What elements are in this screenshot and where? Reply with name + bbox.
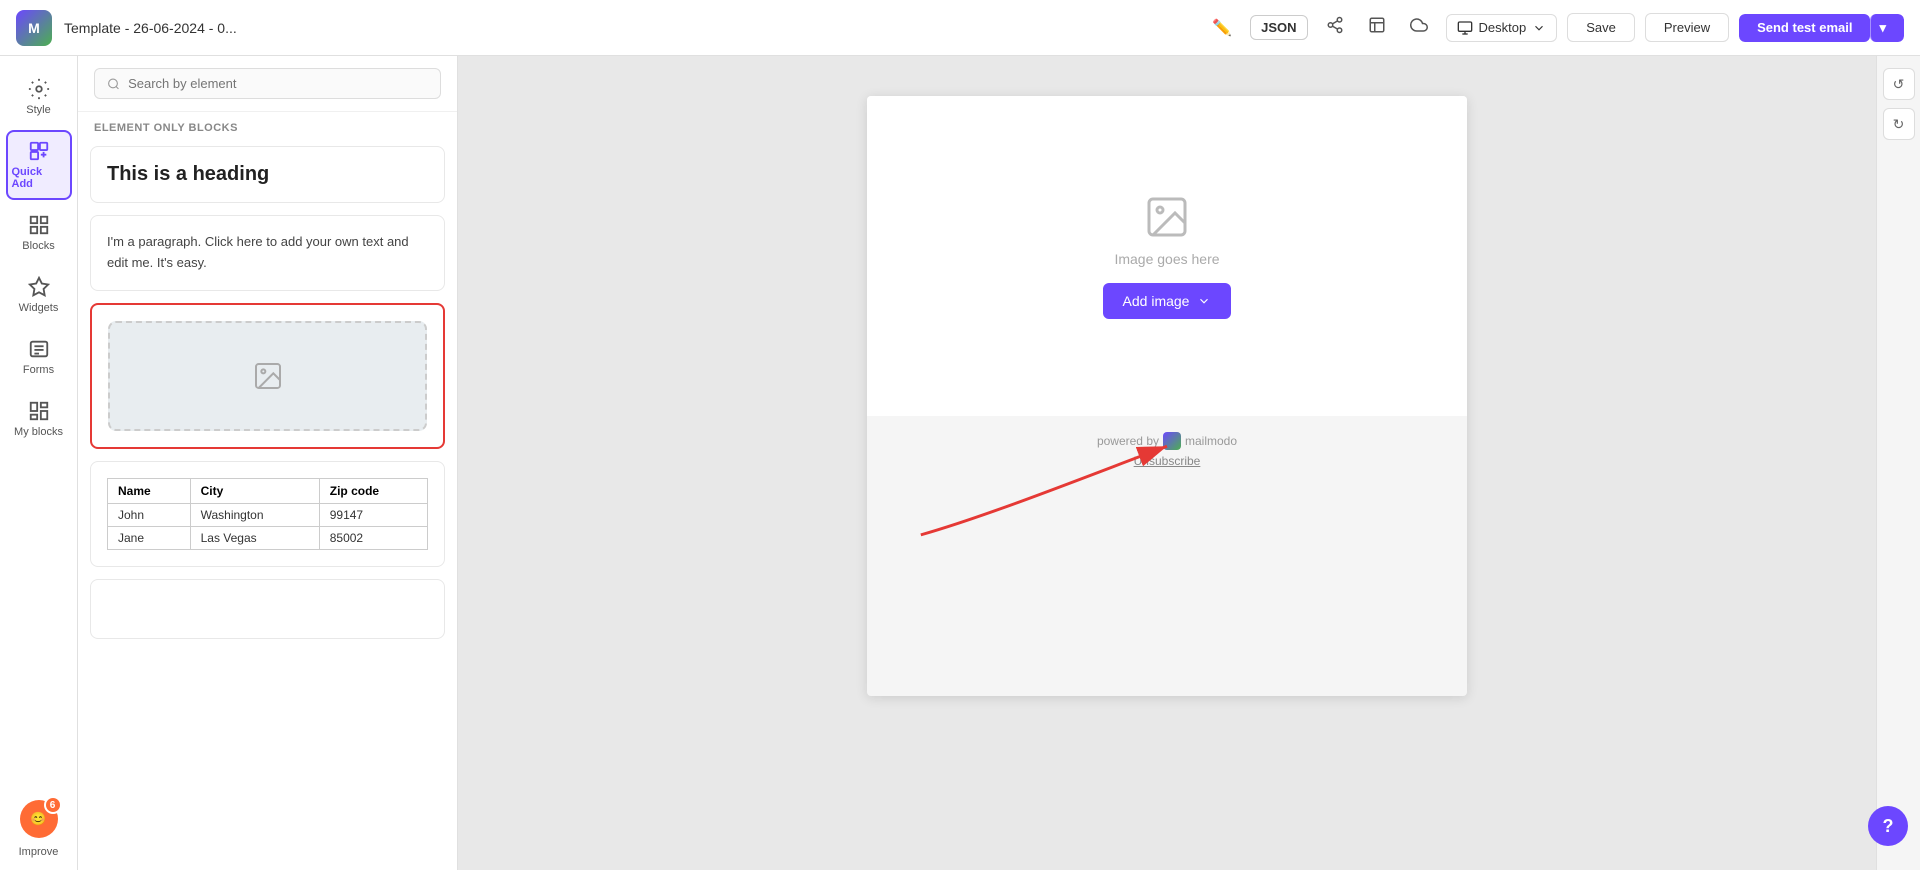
table: Name City Zip code John Washington 99147… [107, 478, 428, 550]
table-cell: 85002 [319, 526, 427, 549]
table-row: Jane Las Vegas 85002 [108, 526, 428, 549]
paragraph-text: I'm a paragraph. Click here to add your … [107, 232, 428, 274]
canvas-area: Image goes here Add image powered by mai… [458, 56, 1876, 870]
add-image-button[interactable]: Add image [1103, 283, 1232, 319]
heading-text: This is a heading [107, 163, 428, 186]
add-image-chevron-icon [1197, 294, 1211, 308]
powered-by-text: powered by [1097, 434, 1159, 448]
widgets-icon [28, 276, 50, 298]
sidebar-item-my-blocks[interactable]: My blocks [6, 390, 72, 448]
extra-block[interactable] [90, 579, 445, 639]
sidebar-item-forms[interactable]: Forms [6, 328, 72, 386]
image-block[interactable] [90, 303, 445, 449]
table-header-city: City [190, 478, 319, 503]
template-title: Template - 26-06-2024 - 0... [64, 20, 1194, 36]
improve-button[interactable]: 😊 6 Improve [19, 800, 59, 870]
table-cell: Jane [108, 526, 191, 549]
topbar: M Template - 26-06-2024 - 0... ✏️ JSON D… [0, 0, 1920, 56]
table-header-name: Name [108, 478, 191, 503]
my-blocks-icon [28, 400, 50, 422]
preview-button[interactable]: Preview [1645, 13, 1729, 42]
table-cell: Las Vegas [190, 526, 319, 549]
send-test-email-button[interactable]: Send test email [1739, 14, 1870, 42]
table-cell: John [108, 503, 191, 526]
search-input[interactable] [128, 76, 428, 91]
canvas-image-section: Image goes here Add image [867, 96, 1467, 416]
search-box [94, 68, 441, 99]
image-placeholder-icon [252, 360, 284, 392]
table-cell: Washington [190, 503, 319, 526]
improve-label: Improve [19, 846, 59, 858]
canvas-image-placeholder: Image goes here [1114, 193, 1219, 267]
app-logo: M [16, 10, 52, 46]
device-selector[interactable]: Desktop [1446, 14, 1558, 42]
edit-title-button[interactable]: ✏️ [1206, 12, 1238, 44]
topbar-right: Desktop Save Preview Send test email ▾ [1446, 13, 1905, 42]
unsubscribe-link[interactable]: Unsubscribe [1134, 454, 1201, 468]
icon-sidebar: Style Quick Add Blocks Widgets Forms My … [0, 56, 78, 870]
send-test-email-dropdown[interactable]: ▾ [1870, 14, 1904, 42]
paragraph-block[interactable]: I'm a paragraph. Click here to add your … [90, 215, 445, 291]
json-button[interactable]: JSON [1250, 15, 1307, 40]
search-icon [107, 77, 120, 91]
device-label: Desktop [1479, 20, 1527, 35]
forms-icon [28, 338, 50, 360]
sidebar-item-blocks[interactable]: Blocks [6, 204, 72, 262]
canvas-image-icon [1143, 193, 1191, 241]
main-layout: Style Quick Add Blocks Widgets Forms My … [0, 56, 1920, 870]
mailmodo-logo [1163, 432, 1181, 450]
cloud-button[interactable] [1404, 10, 1434, 45]
email-canvas: Image goes here Add image powered by mai… [867, 96, 1467, 696]
panel-search-area [78, 56, 457, 112]
undo-button[interactable]: ↺ [1883, 68, 1915, 100]
table-row: John Washington 99147 [108, 503, 428, 526]
table-block[interactable]: Name City Zip code John Washington 99147… [90, 461, 445, 567]
sidebar-item-style[interactable]: Style [6, 68, 72, 126]
template-button[interactable] [1362, 10, 1392, 45]
sidebar-item-widgets[interactable]: Widgets [6, 266, 72, 324]
table-header-zip: Zip code [319, 478, 427, 503]
image-preview [108, 321, 427, 431]
elements-panel: ELEMENT ONLY BLOCKS This is a heading I'… [78, 56, 458, 870]
improve-badge: 6 [44, 796, 62, 814]
heading-block[interactable]: This is a heading [90, 146, 445, 203]
canvas-footer: powered by mailmodo Unsubscribe [867, 416, 1467, 484]
save-button[interactable]: Save [1567, 13, 1635, 42]
blocks-icon [28, 214, 50, 236]
canvas-image-label: Image goes here [1114, 251, 1219, 267]
redo-button[interactable]: ↻ [1883, 108, 1915, 140]
sidebar-item-quick-add[interactable]: Quick Add [6, 130, 72, 200]
table-cell: 99147 [319, 503, 427, 526]
right-sidebar: ↺ ↻ ? [1876, 56, 1920, 870]
mailmodo-brand-name: mailmodo [1185, 434, 1237, 448]
section-label: ELEMENT ONLY BLOCKS [78, 112, 457, 140]
help-button[interactable]: ? [1868, 806, 1908, 846]
share-button[interactable] [1320, 10, 1350, 45]
powered-by: powered by mailmodo [883, 432, 1451, 450]
improve-circle: 😊 6 [20, 800, 58, 838]
style-icon [28, 78, 50, 100]
quick-add-icon [28, 140, 50, 162]
